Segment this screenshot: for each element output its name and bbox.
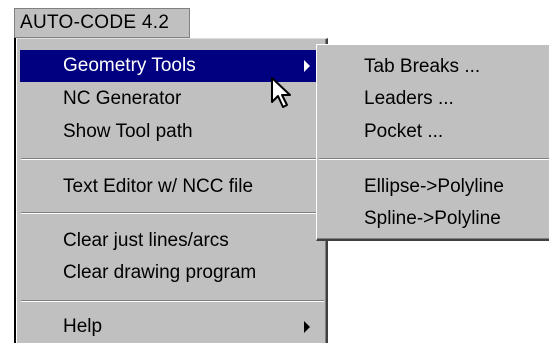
menu-separator <box>21 158 324 160</box>
submenu-arrow-icon <box>304 321 310 333</box>
menu-item-clear-drawing-program[interactable]: Clear drawing program <box>20 257 324 289</box>
menu-item-label: Show Tool path <box>63 121 193 142</box>
menu-separator <box>21 212 324 214</box>
menu-item-label: NC Generator <box>63 88 182 109</box>
menu-item-text-editor[interactable]: Text Editor w/ NCC file <box>20 171 324 203</box>
submenu-item-label: Ellipse->Polyline <box>364 176 504 197</box>
menu-item-label: Clear drawing program <box>63 262 257 283</box>
menu-item-help[interactable]: Help <box>20 311 324 343</box>
submenu-item-label: Spline->Polyline <box>364 208 501 229</box>
geometry-tools-submenu: Tab Breaks ... Leaders ... Pocket ... El… <box>316 44 549 241</box>
arrow-cursor-icon <box>271 77 291 108</box>
submenu-item-pocket[interactable]: Pocket ... <box>317 116 549 148</box>
submenu-arrow-icon <box>304 60 310 72</box>
submenu-item-tab-breaks[interactable]: Tab Breaks ... <box>317 51 549 83</box>
menu-item-label: Geometry Tools <box>63 55 196 76</box>
submenu-item-label: Tab Breaks ... <box>364 56 481 77</box>
submenu-separator <box>319 158 549 160</box>
submenu-item-ellipse-polyline[interactable]: Ellipse->Polyline <box>317 171 549 203</box>
screen: AUTO-CODE 4.2 Geometry Tools NC Generato… <box>0 0 549 343</box>
menubar-title[interactable]: AUTO-CODE 4.2 <box>14 8 190 38</box>
submenu-item-label: Pocket ... <box>364 121 444 142</box>
menu-item-label: Clear just lines/arcs <box>63 230 229 251</box>
menu-item-label: Help <box>63 316 103 337</box>
submenu-item-leaders[interactable]: Leaders ... <box>317 83 549 115</box>
submenu-item-spline-polyline[interactable]: Spline->Polyline <box>317 203 549 235</box>
submenu-item-label: Leaders ... <box>364 88 454 109</box>
menu-item-label: Text Editor w/ NCC file <box>63 176 254 197</box>
menu-item-show-tool-path[interactable]: Show Tool path <box>20 116 324 148</box>
menu-item-clear-lines-arcs[interactable]: Clear just lines/arcs <box>20 225 324 257</box>
menu-separator <box>21 300 324 302</box>
